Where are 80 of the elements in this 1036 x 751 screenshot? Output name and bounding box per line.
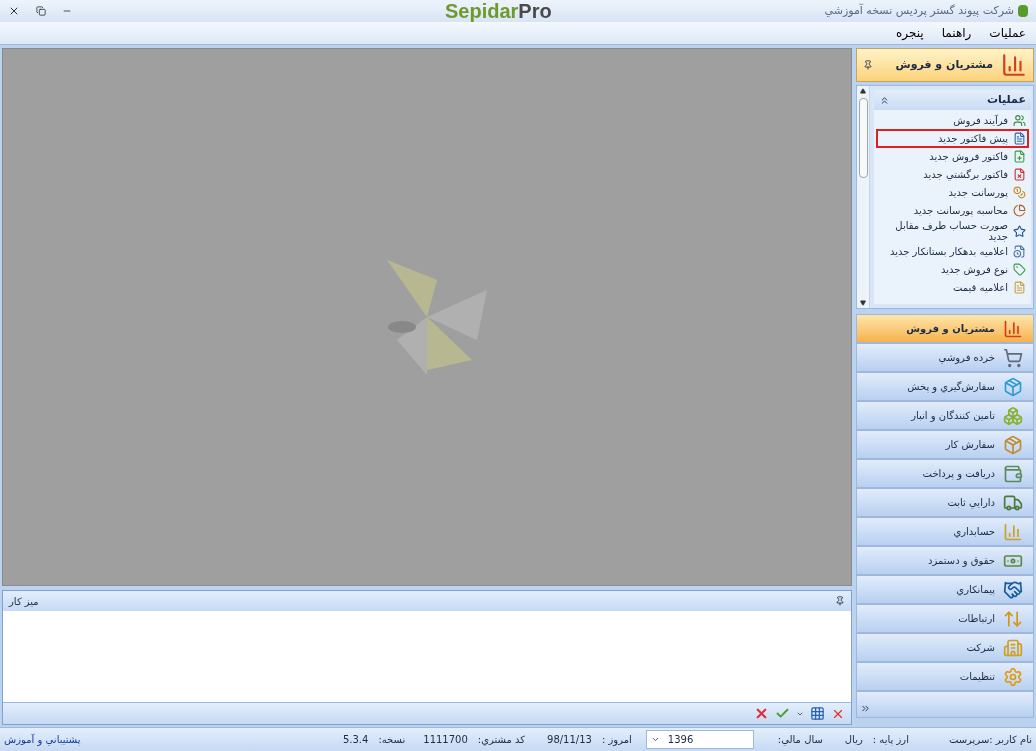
nav-button[interactable]: تنظيمات — [856, 662, 1034, 691]
document-clock-icon — [1013, 245, 1026, 258]
handshake-icon — [1003, 579, 1023, 600]
scroll-down-icon[interactable] — [860, 300, 866, 306]
nav-button[interactable]: خرده فروشي — [856, 343, 1034, 372]
nav-button[interactable]: دريافت و پرداخت — [856, 459, 1034, 488]
version-label: نسخه: — [378, 733, 406, 747]
today-label: امروز : — [601, 733, 632, 747]
bar-chart-icon — [1003, 521, 1023, 542]
app-icon — [1018, 5, 1028, 17]
boxes-icon — [1003, 405, 1023, 426]
nav-button[interactable]: سفارش‌گيري و پخش — [856, 372, 1034, 401]
dropdown-icon — [650, 735, 660, 744]
desk-panel-title: ميز كار — [9, 594, 39, 609]
wallet-icon — [1003, 463, 1023, 484]
package-icon — [1003, 376, 1023, 397]
nav-button[interactable]: سفارش كار — [856, 430, 1034, 459]
task-link[interactable]: نوع فروش جديد — [877, 261, 1028, 278]
pin-icon[interactable] — [863, 60, 873, 70]
package-icon — [1003, 434, 1023, 455]
currency-label: ارز پايه : — [872, 733, 909, 747]
check-icon[interactable] — [775, 706, 790, 721]
collapse-icon[interactable] — [879, 94, 890, 106]
scrollbar[interactable] — [857, 86, 870, 308]
task-link[interactable]: محاسبه پورسانت جديد — [877, 202, 1028, 219]
bar-chart-icon — [1003, 318, 1023, 339]
currency-value: ريال — [844, 733, 863, 747]
cart-icon — [1003, 347, 1023, 368]
task-link[interactable]: اعلاميه بدهكار بستانكار جديد — [877, 243, 1028, 260]
pin-icon[interactable] — [835, 596, 845, 606]
nav-button[interactable]: ارتباطات — [856, 604, 1034, 633]
task-link[interactable]: پورسانت جديد — [877, 184, 1028, 201]
fiscal-year-label: سال مالي: — [777, 733, 823, 747]
pie-chart-icon — [1013, 204, 1026, 217]
fiscal-year-dropdown[interactable]: 1396 — [645, 730, 754, 749]
delete-icon[interactable] — [754, 706, 769, 721]
customer-code-label: كد مشتري: — [477, 733, 525, 747]
grid-icon[interactable] — [810, 706, 825, 721]
task-link[interactable]: اعلاميه قيمت — [877, 279, 1028, 296]
restore-icon[interactable] — [36, 6, 46, 16]
task-link[interactable]: صورت حساب طرف مقابل جديد — [877, 220, 1028, 242]
nav-button[interactable]: تامين كنندگان و انبار — [856, 401, 1034, 430]
task-group-title: عمليات — [985, 91, 1026, 108]
tag-icon — [1013, 263, 1026, 276]
customer-code-value: 1111700 — [423, 733, 468, 747]
task-group-header[interactable]: عمليات — [874, 90, 1031, 110]
task-link[interactable]: فاكتور فروش جديد — [877, 148, 1028, 165]
close-icon[interactable] — [8, 5, 20, 17]
document-icon — [1013, 132, 1026, 145]
task-link[interactable]: فاكتور برگشتي جديد — [877, 166, 1028, 183]
document-icon — [1013, 281, 1026, 294]
nav-button[interactable]: پيمانكاري — [856, 575, 1034, 604]
version-value: 5.3.4 — [342, 733, 369, 747]
bar-chart-icon — [1001, 52, 1027, 78]
document-plus-icon — [1013, 150, 1026, 163]
nav-button[interactable]: حسابداري — [856, 517, 1034, 546]
more-icon[interactable] — [860, 703, 871, 714]
document-x-icon — [1013, 168, 1026, 181]
scroll-thumb[interactable] — [858, 98, 868, 178]
scroll-up-icon[interactable] — [860, 88, 866, 94]
coins-icon — [1013, 186, 1026, 199]
star-icon — [1013, 224, 1026, 238]
nav-button[interactable]: دارايي ثابت — [856, 488, 1034, 517]
menu-item[interactable]: عمليات — [989, 24, 1026, 42]
gear-icon — [1003, 666, 1023, 687]
support-link[interactable]: پشتيباني و آموزش — [4, 732, 81, 747]
section-title: مشتريان و فروش — [894, 56, 993, 73]
window-title: شرکت پیوند گستر پردیس نسخه آموزشي — [824, 2, 1014, 19]
nav-button[interactable]: مشتريان و فروش — [856, 314, 1034, 343]
menu-item[interactable]: راهنما — [941, 24, 972, 42]
task-link[interactable]: پيش فاكتور جديد — [877, 130, 1028, 147]
task-link[interactable]: فرآیند فروش — [877, 112, 1028, 129]
nav-button[interactable]: شركت — [856, 633, 1034, 662]
app-logo: SepidarPro — [445, 1, 552, 21]
building-icon — [1003, 637, 1023, 658]
users-icon — [1013, 114, 1026, 127]
user-label: نام كاربر :سرپرست — [948, 733, 1032, 747]
today-value: 98/11/13 — [547, 733, 592, 747]
nav-button[interactable]: حقوق و دستمزد — [856, 546, 1034, 575]
menu-item[interactable]: پنجره — [896, 24, 924, 42]
